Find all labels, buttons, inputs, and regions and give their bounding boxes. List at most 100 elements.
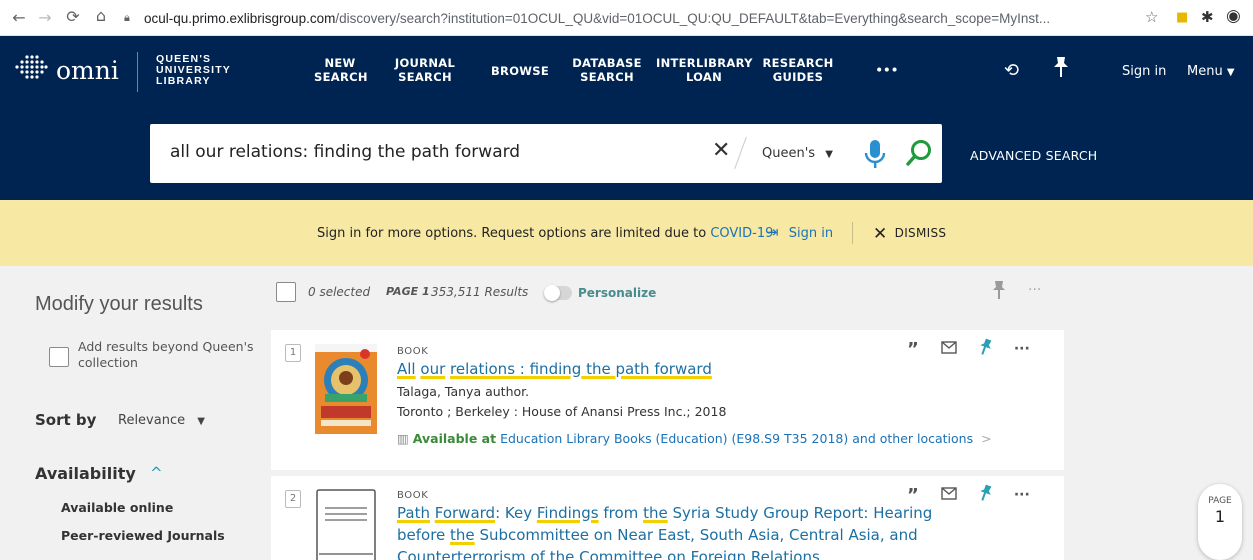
search-history-icon[interactable]: ⟲: [1004, 60, 1019, 81]
email-icon[interactable]: [941, 340, 957, 358]
title-word: Path: [397, 504, 430, 522]
clear-search-icon[interactable]: ✕: [712, 138, 730, 163]
nav-more-button[interactable]: •••: [872, 63, 902, 77]
sign-in-arrow-icon: ⇥: [766, 223, 779, 241]
title-word: Findings: [536, 504, 599, 522]
forward-icon[interactable]: →: [32, 8, 58, 27]
availability-status[interactable]: ▥ Available at Education Library Books (…: [397, 431, 992, 446]
banner-text: Sign in for more options. Request option…: [317, 226, 707, 241]
dots-logo-icon: [14, 54, 48, 86]
result-title-link[interactable]: All our relations : finding the path for…: [397, 358, 712, 380]
cite-icon[interactable]: ”: [907, 339, 919, 360]
nav-label: JOURNAL: [394, 56, 456, 70]
sign-in-link[interactable]: Sign in: [1122, 64, 1166, 79]
result-type: BOOK: [397, 490, 429, 501]
address-bar[interactable]: 🔒︎ ocul-qu.primo.exlibrisgroup.com/disco…: [124, 6, 1214, 30]
personalize-label[interactable]: Personalize: [578, 286, 656, 300]
nav-browse[interactable]: BROWSE: [490, 64, 550, 78]
title-word: path: [615, 360, 650, 378]
personalize-toggle[interactable]: [544, 285, 572, 301]
star-icon[interactable]: ☆: [1145, 8, 1158, 26]
sort-by-label: Sort by: [35, 411, 97, 429]
nav-label: SEARCH: [580, 70, 634, 84]
chevron-right-icon: >: [981, 431, 992, 446]
facet-available-online[interactable]: Available online: [61, 500, 173, 515]
generic-book-icon[interactable]: [315, 488, 377, 560]
title-word: from: [598, 504, 644, 522]
select-all-checkbox[interactable]: [276, 282, 296, 302]
banner-sign-in-label: Sign in: [788, 226, 834, 241]
nav-label: SEARCH: [314, 70, 368, 84]
title-word: our: [420, 360, 446, 378]
logo-wordmark: omni: [56, 55, 119, 85]
chevron-up-icon[interactable]: ^: [150, 464, 163, 482]
back-icon[interactable]: ←: [6, 8, 32, 27]
pin-record-icon[interactable]: [979, 338, 992, 360]
search-input[interactable]: all our relations: finding the path forw…: [170, 142, 520, 162]
search-go-icon[interactable]: [904, 138, 934, 172]
more-options-icon[interactable]: ···: [1028, 282, 1041, 298]
results-toolbar: 0 selected PAGE 1 353,511 Results Person…: [276, 280, 1056, 306]
browser-toolbar: ← → ⟳ ⌂ 🔒︎ ocul-qu.primo.exlibrisgroup.c…: [0, 0, 1253, 36]
cite-icon[interactable]: ”: [907, 485, 919, 506]
result-actions: ” ···: [907, 484, 1030, 506]
sort-select[interactable]: Relevance ▼: [118, 413, 205, 428]
logo-divider: [137, 52, 138, 92]
page-indicator-number: 1: [1214, 507, 1226, 526]
more-actions-icon[interactable]: ···: [1014, 487, 1030, 503]
sort-value: Relevance: [118, 413, 186, 428]
nav-research-guides[interactable]: RESEARCH GUIDES: [762, 56, 834, 84]
extensions-puzzle-icon[interactable]: ✱: [1201, 8, 1214, 26]
nav-database-search[interactable]: DATABASE SEARCH: [572, 56, 642, 84]
add-beyond-checkbox[interactable]: [49, 347, 69, 367]
search-scope-select[interactable]: Queen's ▼: [762, 146, 833, 161]
nav-journal-search[interactable]: JOURNAL SEARCH: [394, 56, 456, 84]
facet-peer-reviewed[interactable]: Peer-reviewed Journals: [61, 528, 225, 543]
banner-divider: [852, 222, 853, 244]
nav-new-search[interactable]: NEW SEARCH: [314, 56, 368, 84]
email-icon[interactable]: [941, 486, 957, 504]
profile-icon[interactable]: ◉: [1226, 6, 1241, 26]
page-indicator-label: PAGE: [1208, 496, 1232, 506]
title-word: the: [643, 504, 668, 522]
nav-interlibrary-loan[interactable]: INTERLIBRARY LOAN: [656, 56, 752, 84]
omni-logo[interactable]: omni: [14, 54, 119, 86]
pin-favorites-icon[interactable]: [1052, 56, 1070, 83]
results-count: 353,511 Results: [431, 285, 529, 299]
title-word: Forward: [434, 504, 496, 522]
url-path: /discovery/search?institution=01OCUL_QU&…: [335, 10, 1051, 26]
page-label: PAGE 1: [386, 285, 430, 298]
dismiss-button[interactable]: ✕ DISMISS: [873, 224, 946, 244]
availability-heading[interactable]: Availability: [35, 464, 136, 483]
book-cover-thumbnail[interactable]: [315, 344, 377, 434]
pin-icon[interactable]: [992, 280, 1006, 304]
lock-icon: 🔒︎: [124, 11, 130, 24]
pin-record-icon[interactable]: [979, 484, 992, 506]
more-actions-icon[interactable]: ···: [1014, 341, 1030, 357]
result-number: 2: [285, 490, 301, 508]
url-host: ocul-qu.primo.exlibrisgroup.com: [144, 10, 336, 26]
title-word: finding: [529, 360, 582, 378]
nav-label: RESEARCH: [762, 56, 834, 70]
selected-count: 0 selected: [308, 285, 371, 299]
page-indicator[interactable]: PAGE 1: [1198, 484, 1242, 560]
nav-label: INTERLIBRARY: [656, 56, 753, 70]
microphone-icon[interactable]: [864, 138, 886, 174]
menu-button[interactable]: Menu ▼: [1187, 64, 1235, 79]
avail-other-locations: and other locations: [852, 431, 974, 446]
banner-sign-in[interactable]: ⇥ Sign in: [766, 223, 833, 241]
reload-icon[interactable]: ⟳: [60, 7, 86, 26]
nav-label: BROWSE: [490, 64, 550, 78]
title-word: relations: [450, 360, 516, 378]
caret-down-icon: ▼: [197, 416, 205, 427]
result-title-link[interactable]: Path Forward: Key Findings from the Syri…: [397, 502, 957, 560]
caret-down-icon: ▼: [1226, 67, 1235, 78]
avail-prefix: Available at: [412, 431, 497, 446]
avail-location: Education Library Books (Education) (E98…: [500, 431, 849, 446]
title-word: the: [581, 360, 616, 378]
advanced-search-link[interactable]: ADVANCED SEARCH: [970, 148, 1097, 163]
search-area: all our relations: finding the path forw…: [0, 108, 1253, 200]
home-icon[interactable]: ⌂: [88, 6, 114, 25]
covid-link[interactable]: COVID-19: [710, 226, 773, 241]
folder-extension-icon[interactable]: ■: [1176, 10, 1188, 25]
